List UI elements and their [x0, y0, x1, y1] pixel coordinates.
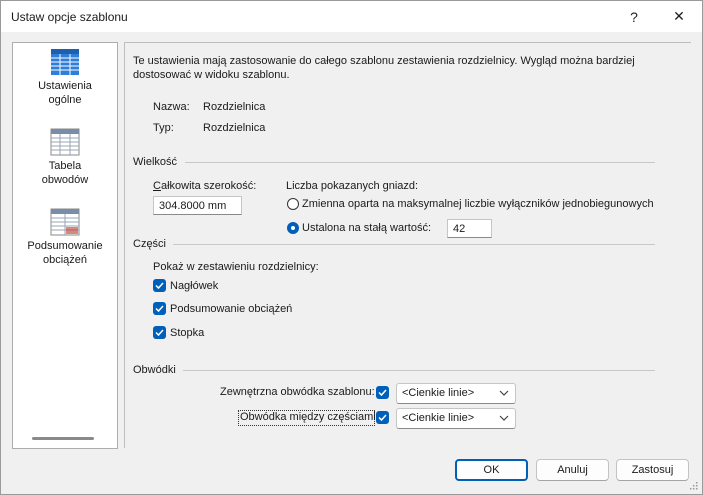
name-label: Nazwa: — [153, 101, 190, 113]
between-parts-border-label: Obwódka między częściami: — [240, 411, 379, 423]
section-title-borders: Obwódki — [133, 364, 176, 376]
cancel-button[interactable]: Anuluj — [536, 459, 609, 481]
check-icon — [155, 305, 164, 313]
between-parts-border-select[interactable]: <Cienkie linie> — [396, 408, 516, 429]
section-title-size: Wielkość — [133, 156, 178, 168]
sidebar-item-circuit-table[interactable]: Tabela obwodów — [13, 128, 117, 187]
check-icon — [378, 389, 387, 397]
sidebar-scrollbar[interactable] — [32, 437, 94, 440]
close-icon: ✕ — [673, 8, 685, 24]
slots-fixed-radio[interactable] — [287, 222, 299, 234]
load-summary-checkbox[interactable] — [153, 302, 166, 315]
resize-grip-icon[interactable] — [688, 480, 698, 490]
outer-border-label: Zewnętrzna obwódka szablonu: — [220, 386, 375, 398]
window-title: Ustaw opcje szablonu — [11, 10, 128, 24]
header-checkbox[interactable] — [153, 279, 166, 292]
show-in-schedule-label: Pokaż w zestawieniu rozdzielnicy: — [153, 261, 319, 273]
header-checkbox-label[interactable]: Nagłówek — [170, 280, 218, 292]
help-icon: ? — [630, 8, 638, 25]
sidebar-item-load-summary[interactable]: Podsumowanie obciążeń — [13, 208, 117, 267]
general-settings-icon — [51, 49, 79, 75]
chevron-down-icon — [499, 415, 509, 421]
title-bar: Ustaw opcje szablonu ? ✕ — [1, 1, 702, 32]
category-sidebar: Ustawienia ogólne Tabela obwodów Podsumo… — [12, 42, 118, 449]
sidebar-item-general-settings[interactable]: Ustawienia ogólne — [13, 48, 117, 107]
slots-variable-radio[interactable] — [287, 198, 299, 210]
apply-button[interactable]: Zastosuj — [616, 459, 689, 481]
total-width-label: Całkowita szerokość: — [153, 180, 257, 192]
sidebar-item-label: Podsumowanie obciążeń — [27, 240, 103, 266]
intro-text: Te ustawienia mają zastosowanie do całeg… — [133, 55, 635, 81]
slots-variable-label[interactable]: Zmienna oparta na maksymalnej liczbie wy… — [302, 198, 654, 210]
slots-label: Liczba pokazanych gniazd: — [286, 180, 419, 192]
dialog-window: Ustaw opcje szablonu ? ✕ Ustawienia ogóln… — [0, 0, 703, 495]
section-title-parts: Części — [133, 238, 167, 250]
type-value: Rozdzielnica — [203, 122, 266, 134]
slots-fixed-input[interactable]: 42 — [447, 219, 492, 238]
help-button[interactable]: ? — [611, 1, 657, 32]
total-width-input[interactable]: 304.8000 mm — [153, 196, 242, 215]
footer-checkbox[interactable] — [153, 326, 166, 339]
name-value: Rozdzielnica — [203, 101, 266, 113]
outer-border-checkbox[interactable] — [376, 386, 389, 399]
between-parts-border-checkbox[interactable] — [376, 411, 389, 424]
ok-button[interactable]: OK — [455, 459, 528, 481]
outer-border-select-value: <Cienkie linie> — [402, 387, 475, 399]
settings-panel: Te ustawienia mają zastosowanie do całeg… — [124, 42, 691, 448]
chevron-down-icon — [499, 390, 509, 396]
load-summary-checkbox-label[interactable]: Podsumowanie obciążeń — [170, 303, 292, 315]
load-summary-icon — [50, 208, 80, 236]
close-button[interactable]: ✕ — [656, 1, 702, 32]
between-parts-border-select-value: <Cienkie linie> — [402, 412, 475, 424]
section-divider — [185, 162, 655, 163]
slots-fixed-label[interactable]: Ustalona na stałą wartość: — [302, 222, 431, 234]
footer-checkbox-label[interactable]: Stopka — [170, 327, 204, 339]
check-icon — [378, 414, 387, 422]
sidebar-item-label: Tabela obwodów — [41, 160, 89, 186]
outer-border-select[interactable]: <Cienkie linie> — [396, 383, 516, 404]
check-icon — [155, 329, 164, 337]
section-divider — [173, 244, 655, 245]
section-divider — [183, 370, 655, 371]
sidebar-item-label: Ustawienia ogólne — [38, 80, 92, 106]
type-label: Typ: — [153, 122, 174, 134]
check-icon — [155, 282, 164, 290]
circuit-table-icon — [50, 128, 80, 156]
